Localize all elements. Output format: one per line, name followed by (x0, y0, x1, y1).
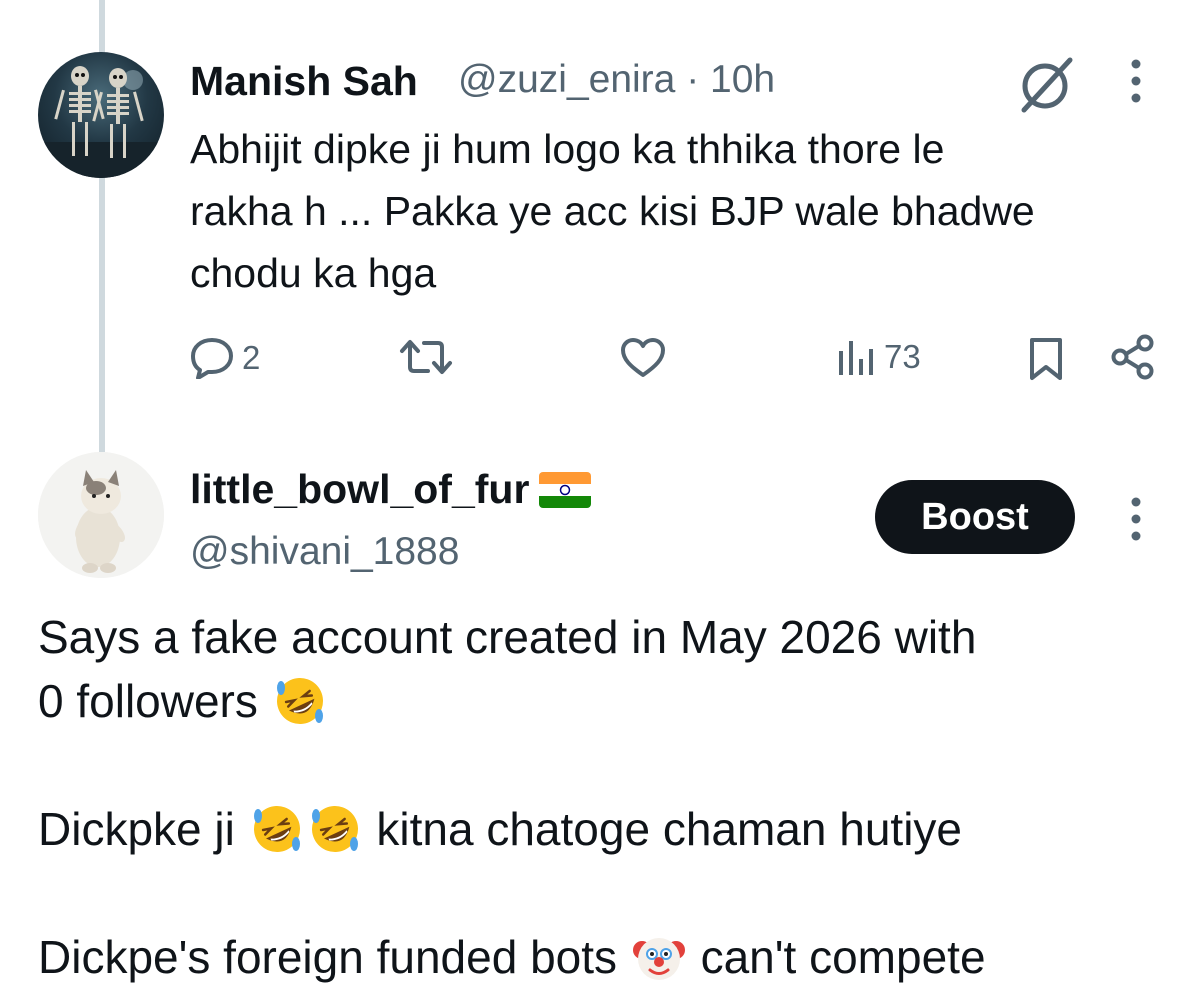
avatar[interactable] (38, 52, 164, 178)
handle[interactable]: @shivani_1888 (190, 530, 459, 574)
text-segment: Says a fake account created in May 2026 … (38, 611, 977, 663)
share-icon (1111, 334, 1154, 380)
post-text-line: Says a fake account created in May 2026 … (38, 606, 976, 668)
like-icon (621, 338, 665, 377)
india-flag-icon (539, 471, 592, 508)
more-icon[interactable] (1118, 58, 1154, 104)
post-text-line: 0 followers (38, 670, 329, 732)
share-button[interactable] (1110, 334, 1156, 380)
rolling-on-floor-laughing-emoji (276, 677, 323, 724)
reply-button[interactable]: 2 (190, 337, 260, 379)
reply-count: 2 (242, 339, 261, 376)
skeleton-avatar-image (38, 66, 164, 178)
text-segment: Dickpke ji (38, 803, 235, 855)
text-segment: Dickpe's foreign funded bots (38, 931, 618, 983)
display-name-text: little_bowl_of_fur (190, 466, 530, 512)
handle-and-time[interactable]: @zuzi_enira · 10h (458, 58, 775, 102)
cat-avatar-image (38, 452, 164, 578)
text-segment: can't compete (700, 931, 986, 983)
views-button[interactable]: 73 (836, 337, 921, 377)
avatar[interactable] (38, 452, 164, 578)
reply-icon (191, 338, 233, 379)
display-name[interactable]: Manish Sah (190, 58, 418, 105)
clown-face-emoji (632, 937, 685, 980)
rolling-on-floor-laughing-emoji (311, 805, 358, 852)
text-segment: 0 followers (38, 675, 258, 727)
display-name[interactable]: little_bowl_of_fur (190, 466, 592, 513)
grok-icon[interactable] (1014, 56, 1076, 114)
rolling-on-floor-laughing-emoji (253, 805, 300, 852)
text-segment: kitna chatoge chaman hutiye (376, 803, 962, 855)
retweet-icon (400, 340, 452, 374)
view-count: 73 (884, 338, 921, 375)
bookmark-button[interactable] (1028, 337, 1064, 381)
like-button[interactable] (620, 337, 674, 379)
more-icon[interactable] (1118, 496, 1154, 542)
reply-text: Abhijit dipke ji hum logo ka thhika thor… (190, 126, 1035, 296)
post-text-line: Dickpe's foreign funded bots can't compe… (38, 926, 986, 988)
views-icon (839, 341, 873, 375)
retweet-button[interactable] (398, 337, 462, 377)
bookmark-icon (1030, 338, 1062, 380)
boost-button[interactable]: Boost (875, 480, 1075, 554)
post-text-line: Dickpke ji kitna chatoge chaman hutiye (38, 798, 962, 860)
